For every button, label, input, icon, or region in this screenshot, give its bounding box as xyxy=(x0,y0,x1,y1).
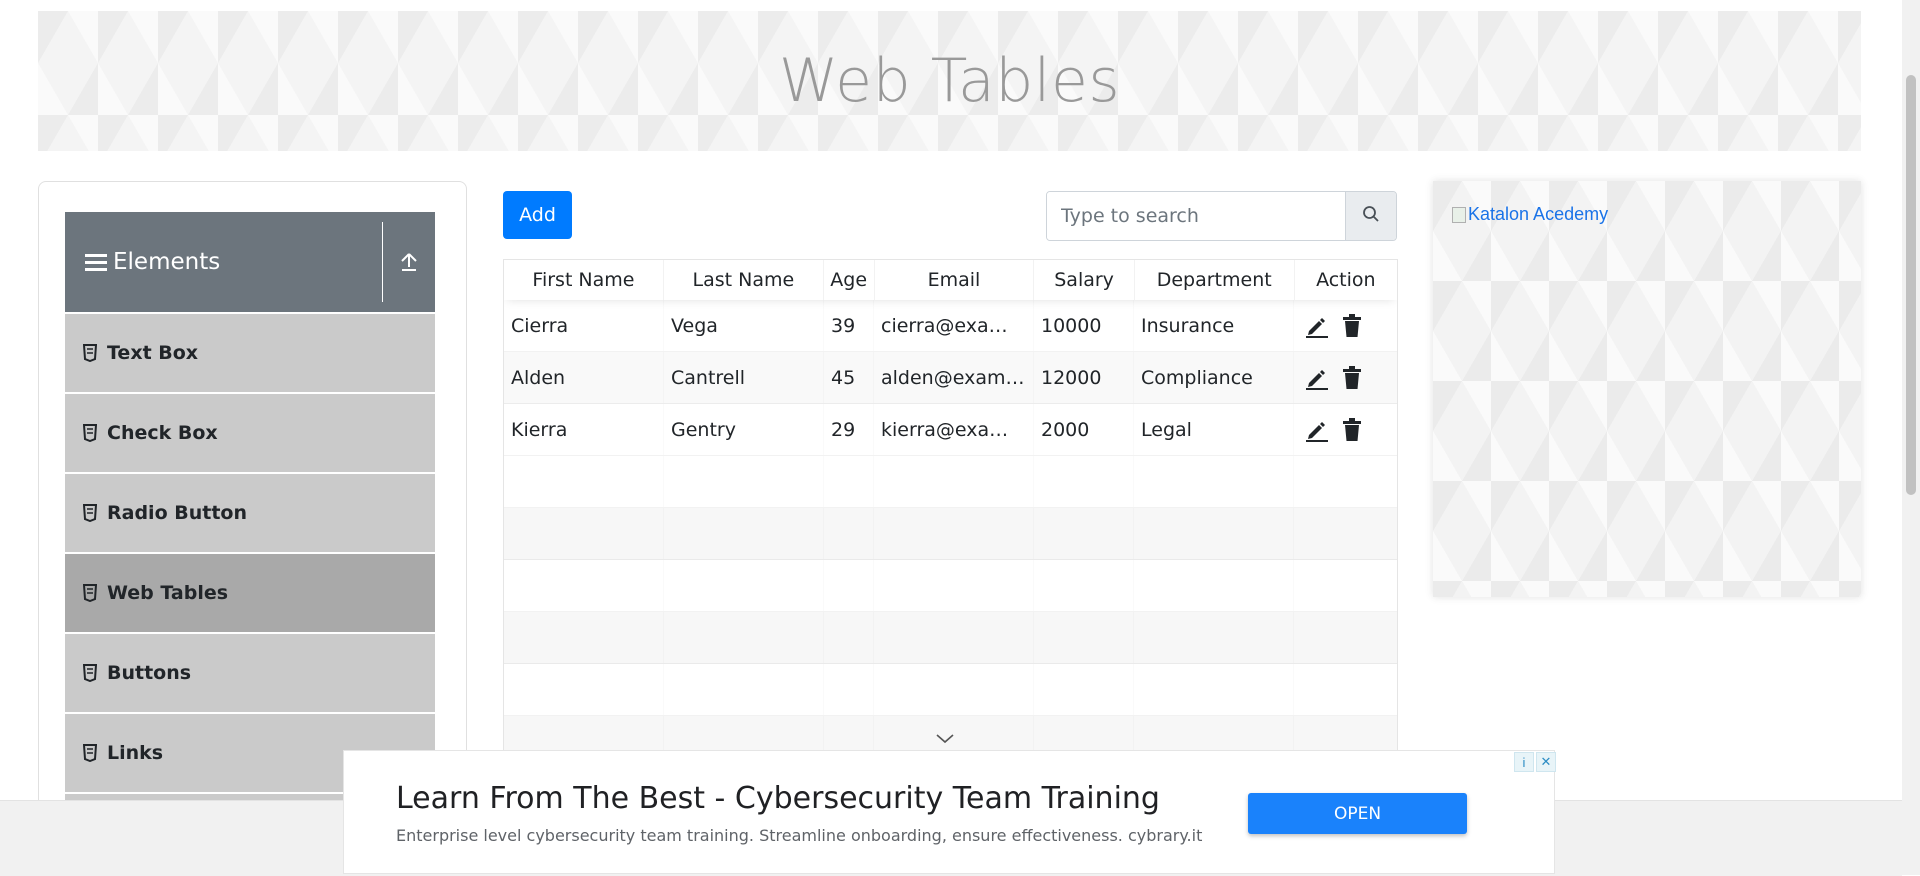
page-header-banner: Web Tables xyxy=(38,11,1861,151)
cell-salary: 2000 xyxy=(1041,418,1090,441)
document-icon xyxy=(83,344,97,362)
sidebar-item-radio-button[interactable]: Radio Button xyxy=(65,474,435,552)
email-text: alden@example.com xyxy=(881,366,1026,389)
sidebar-item-label: Check Box xyxy=(107,422,218,444)
cell-age: 29 xyxy=(831,418,856,441)
sidebar-item-label: Web Tables xyxy=(107,582,229,604)
cell-email: cierra@example.com xyxy=(874,300,1034,351)
elements-group-title[interactable]: Elements xyxy=(65,249,382,275)
cell-action xyxy=(1294,404,1397,455)
column-header-salary[interactable]: Salary xyxy=(1034,260,1135,300)
document-icon xyxy=(83,584,97,602)
search-button[interactable] xyxy=(1345,192,1396,240)
sidebar-item-buttons[interactable]: Buttons xyxy=(65,634,435,712)
ad-alt-text: Katalon Acedemy xyxy=(1468,204,1609,224)
column-header-age[interactable]: Age xyxy=(824,260,875,300)
sidebar: Elements Text Box Check Box Radio Button… xyxy=(38,181,467,823)
elements-group-header[interactable]: Elements xyxy=(65,212,435,312)
table-row: Kierra Gentry 29 kierra@example.com 2000… xyxy=(504,404,1397,456)
ad-choices: i ✕ xyxy=(1514,752,1556,772)
chevron-down-icon[interactable] xyxy=(935,732,955,750)
broken-image-icon xyxy=(1452,206,1466,223)
empty-table-row xyxy=(504,612,1397,664)
ad-headline[interactable]: Learn From The Best - Cybersecurity Team… xyxy=(396,781,1160,816)
search-icon xyxy=(1362,205,1380,228)
empty-table-row xyxy=(504,456,1397,508)
page-scrollbar[interactable] xyxy=(1902,0,1920,875)
cell-age: 45 xyxy=(831,366,856,389)
document-icon xyxy=(83,504,97,522)
search-input[interactable] xyxy=(1047,192,1345,240)
sidebar-item-label: Radio Button xyxy=(107,502,247,524)
cell-last-name: Gentry xyxy=(671,418,736,441)
sidebar-item-label: Buttons xyxy=(107,662,192,684)
pencil-icon[interactable] xyxy=(1304,418,1328,442)
email-text: kierra@example.com xyxy=(881,418,1026,441)
katalon-ad-link[interactable]: Katalon Acedemy xyxy=(1452,204,1608,225)
empty-table-row xyxy=(504,664,1397,716)
empty-table-row xyxy=(504,560,1397,612)
cell-department: Legal xyxy=(1141,418,1192,441)
table-header: First Name Last Name Age Email Salary De… xyxy=(504,260,1397,300)
cell-email: alden@example.com xyxy=(874,352,1034,403)
cell-age: 39 xyxy=(831,314,856,337)
cell-department: Insurance xyxy=(1141,314,1235,337)
trash-icon[interactable] xyxy=(1342,417,1362,442)
cell-last-name: Cantrell xyxy=(671,366,746,389)
sidebar-item-web-tables[interactable]: Web Tables xyxy=(65,554,435,632)
sidebar-menu: Text Box Check Box Radio Button Web Tabl… xyxy=(65,314,435,822)
info-icon[interactable]: i xyxy=(1514,752,1534,772)
cell-salary: 10000 xyxy=(1041,314,1102,337)
sidebar-item-label: Text Box xyxy=(107,342,199,364)
column-header-department[interactable]: Department xyxy=(1135,260,1295,300)
cell-action xyxy=(1294,352,1397,403)
column-header-first-name[interactable]: First Name xyxy=(504,260,664,300)
column-header-action[interactable]: Action xyxy=(1295,260,1397,300)
scrollbar-thumb[interactable] xyxy=(1906,75,1916,495)
ad-open-button[interactable]: OPEN xyxy=(1248,793,1467,834)
collapse-arrow-icon[interactable] xyxy=(382,222,435,302)
web-table: First Name Last Name Age Email Salary De… xyxy=(503,259,1398,756)
pencil-icon[interactable] xyxy=(1304,314,1328,338)
cell-first-name: Kierra xyxy=(511,418,568,441)
search-box xyxy=(1046,191,1397,241)
cell-first-name: Cierra xyxy=(511,314,569,337)
sidebar-item-text-box[interactable]: Text Box xyxy=(65,314,435,392)
document-icon xyxy=(83,744,97,762)
trash-icon[interactable] xyxy=(1342,365,1362,390)
trash-icon[interactable] xyxy=(1342,313,1362,338)
email-text: cierra@example.com xyxy=(881,314,1026,337)
page-title: Web Tables xyxy=(778,46,1121,116)
sidebar-item-check-box[interactable]: Check Box xyxy=(65,394,435,472)
cell-last-name: Vega xyxy=(671,314,718,337)
ad-subline: Enterprise level cybersecurity team trai… xyxy=(396,826,1203,845)
cell-salary: 12000 xyxy=(1041,366,1102,389)
pencil-icon[interactable] xyxy=(1304,366,1328,390)
hamburger-icon xyxy=(85,250,107,275)
cell-action xyxy=(1294,300,1397,351)
add-button[interactable]: Add xyxy=(503,191,572,239)
cell-first-name: Alden xyxy=(511,366,566,389)
document-icon xyxy=(83,664,97,682)
empty-table-row xyxy=(504,508,1397,560)
document-icon xyxy=(83,424,97,442)
table-row: Alden Cantrell 45 alden@example.com 1200… xyxy=(504,352,1397,404)
group-title-label: Elements xyxy=(113,249,221,275)
column-header-last-name[interactable]: Last Name xyxy=(664,260,824,300)
cell-email: kierra@example.com xyxy=(874,404,1034,455)
close-icon[interactable]: ✕ xyxy=(1536,752,1556,772)
column-header-email[interactable]: Email xyxy=(875,260,1035,300)
table-row: Cierra Vega 39 cierra@example.com 10000 … xyxy=(504,300,1397,352)
sidebar-item-label: Links xyxy=(107,742,164,764)
side-ad-box: Katalon Acedemy xyxy=(1433,181,1861,597)
cell-department: Compliance xyxy=(1141,366,1253,389)
bottom-ad-banner[interactable]: Learn From The Best - Cybersecurity Team… xyxy=(343,750,1556,874)
